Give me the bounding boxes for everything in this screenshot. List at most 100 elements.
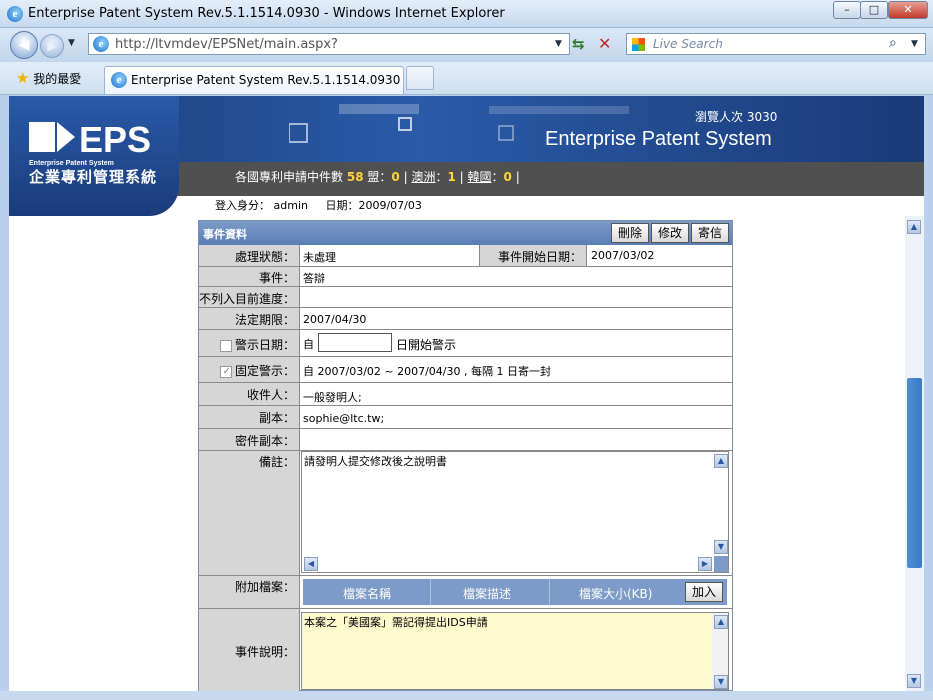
login-user: admin: [273, 199, 308, 212]
stats-item-0[interactable]: 盟：0: [367, 170, 399, 184]
attach-add-button[interactable]: 加入: [685, 582, 723, 602]
star-icon: ★: [16, 69, 30, 87]
form-title: 事件資料: [203, 228, 247, 241]
ie-logo-icon: e: [7, 6, 23, 22]
recipient-label: 收件人：: [199, 383, 300, 405]
page-viewport: 瀏覽人次 3030 Enterprise Patent System EPS E…: [9, 96, 924, 691]
note-textarea[interactable]: 請發明人提交修改後之說明書 ▲ ▼ ◀ ▶: [301, 451, 729, 573]
desc-label: 事件說明：: [199, 609, 300, 691]
event-label: 事件：: [199, 267, 300, 286]
start-date-value: 2007/03/02: [591, 249, 655, 262]
fixed-warn-value: 自 2007/03/02 ~ 2007/04/30 , 每隔 1 日寄一封: [303, 365, 551, 378]
row-exclude: 不列入目前進度：: [199, 287, 732, 308]
warn-from-label: 自: [303, 338, 314, 351]
stop-icon[interactable]: ✕: [598, 34, 611, 53]
page-scroll-thumb[interactable]: [907, 378, 922, 568]
warn-date-label: 警示日期：: [234, 338, 295, 352]
stats-item-2[interactable]: 韓國: [468, 170, 492, 184]
favorites-label: 我的最愛: [33, 72, 82, 86]
search-box[interactable]: Live Search ⌕ ▼: [626, 33, 926, 55]
cc-value: sophie@ltc.tw;: [303, 412, 385, 425]
row-bcc: 密件副本：: [199, 429, 732, 451]
attach-label: 附加檔案：: [199, 576, 300, 608]
views-label: 瀏覽人次: [695, 110, 744, 124]
attach-header: 檔案名稱 檔案描述 檔案大小(KB) 加入: [303, 579, 727, 605]
navigation-bar: ◀ ▶ ▼ e http://ltvmdev/EPSNet/main.aspx?…: [0, 28, 933, 62]
cc-label: 副本：: [199, 406, 300, 428]
history-dropdown-icon[interactable]: ▼: [68, 38, 75, 48]
row-recipient: 收件人： 一般發明人;: [199, 383, 732, 406]
note-scroll-down-icon[interactable]: ▼: [714, 540, 728, 554]
tab-active[interactable]: e Enterprise Patent System Rev.5.1.1514.…: [104, 66, 404, 94]
tab-active-label: Enterprise Patent System Rev.5.1.1514.09…: [131, 73, 401, 87]
note-scroll-up-icon[interactable]: ▲: [714, 454, 728, 468]
views-counter: 瀏覽人次 3030: [695, 108, 777, 125]
warn-date-label-cell: 警示日期：: [199, 330, 300, 356]
search-dropdown-icon[interactable]: ▼: [911, 39, 918, 49]
send-mail-button[interactable]: 寄信: [691, 223, 729, 243]
row-description: 事件說明： 本案之「美國案」需記得提出IDS申請 ▲ ▼: [199, 609, 732, 691]
new-tab-button[interactable]: [406, 66, 434, 90]
event-value: 答辯: [303, 272, 325, 285]
favorites-button[interactable]: ★ 我的最愛: [16, 69, 81, 87]
recipient-value: 一般發明人;: [303, 391, 362, 404]
tab-bar: ★ 我的最愛 e Enterprise Patent System Rev.5.…: [0, 62, 933, 95]
attach-col-desc: 檔案描述: [463, 587, 512, 601]
forward-button[interactable]: ▶: [40, 34, 64, 58]
login-user-label: 登入身分：: [215, 199, 270, 212]
warn-date-checkbox[interactable]: [219, 339, 232, 352]
event-form: 事件資料 刪除 修改 寄信 處理狀態： 未處理 事件開始日期： 2007/03/…: [198, 220, 733, 691]
desc-scroll-down-icon[interactable]: ▼: [714, 675, 728, 689]
desc-textarea[interactable]: 本案之「美國案」需記得提出IDS申請 ▲ ▼: [301, 612, 729, 690]
form-header: 事件資料 刪除 修改 寄信: [199, 221, 732, 245]
warn-suffix-label: 日開始警示: [396, 338, 457, 352]
eps-banner: 瀏覽人次 3030 Enterprise Patent System EPS E…: [9, 96, 924, 216]
login-date: 2009/07/03: [358, 199, 422, 212]
eps-logo-text: EPS: [79, 119, 151, 160]
note-scroll-left-icon[interactable]: ◀: [304, 557, 318, 571]
desc-value: 本案之「美國案」需記得提出IDS申請: [304, 616, 488, 629]
note-scroll-right-icon[interactable]: ▶: [698, 557, 712, 571]
legal-deadline-value: 2007/04/30: [303, 313, 367, 326]
status-value: 未處理: [303, 251, 336, 264]
attach-col-name: 檔案名稱: [343, 587, 392, 601]
row-event: 事件： 答辯: [199, 267, 732, 287]
fixed-warn-label-cell: ✓ 固定警示：: [199, 357, 300, 382]
start-date-label: 事件開始日期：: [479, 245, 587, 266]
row-legal-deadline: 法定期限： 2007/04/30: [199, 308, 732, 330]
attach-divider-1: [430, 579, 431, 605]
note-value: 請發明人提交修改後之說明書: [304, 455, 447, 468]
exclude-label: 不列入目前進度：: [199, 287, 300, 307]
note-scroll-corner: [714, 556, 728, 572]
forward-arrow-icon: ▶: [47, 39, 57, 53]
page-scroll-down-icon[interactable]: ▼: [907, 674, 921, 688]
row-cc: 副本： sophie@ltc.tw;: [199, 406, 732, 429]
page-scroll-up-icon[interactable]: ▲: [907, 220, 921, 234]
delete-button[interactable]: 刪除: [611, 223, 649, 243]
close-button[interactable]: ✕: [888, 1, 928, 19]
row-warn-date: 警示日期： 自 日開始警示: [199, 330, 732, 357]
address-input[interactable]: http://ltvmdev/EPSNet/main.aspx?: [115, 37, 338, 52]
search-input[interactable]: Live Search: [653, 37, 723, 51]
eps-logo-icon: EPS: [29, 119, 151, 160]
row-note: 備註： 請發明人提交修改後之說明書 ▲ ▼ ◀ ▶: [199, 451, 732, 576]
stats-item-1[interactable]: 澳洲: [411, 170, 435, 184]
address-dropdown-icon[interactable]: ▼: [555, 39, 562, 49]
desc-scroll-up-icon[interactable]: ▲: [714, 615, 728, 629]
legal-deadline-label: 法定期限：: [199, 308, 300, 329]
address-bar[interactable]: e http://ltvmdev/EPSNet/main.aspx?: [88, 33, 570, 55]
warn-date-input[interactable]: [318, 333, 392, 352]
eps-logo: EPS: [27, 116, 157, 160]
window-title: Enterprise Patent System Rev.5.1.1514.09…: [28, 6, 505, 21]
row-attach: 附加檔案： 檔案名稱 檔案描述 檔案大小(KB) 加入: [199, 576, 732, 609]
search-icon[interactable]: ⌕: [889, 35, 897, 51]
edit-button[interactable]: 修改: [651, 223, 689, 243]
refresh-icon[interactable]: ⇆: [572, 35, 585, 53]
back-button[interactable]: ◀: [10, 31, 38, 59]
maximize-button[interactable]: □: [860, 1, 888, 19]
minimize-button[interactable]: –: [833, 1, 861, 19]
fixed-warn-checkbox[interactable]: ✓: [219, 365, 232, 378]
page-scrollbar[interactable]: ▲ ▼: [905, 216, 924, 691]
stats-label: 各國專利申請中件數: [235, 170, 344, 184]
login-date-label: 日期：: [325, 199, 359, 212]
